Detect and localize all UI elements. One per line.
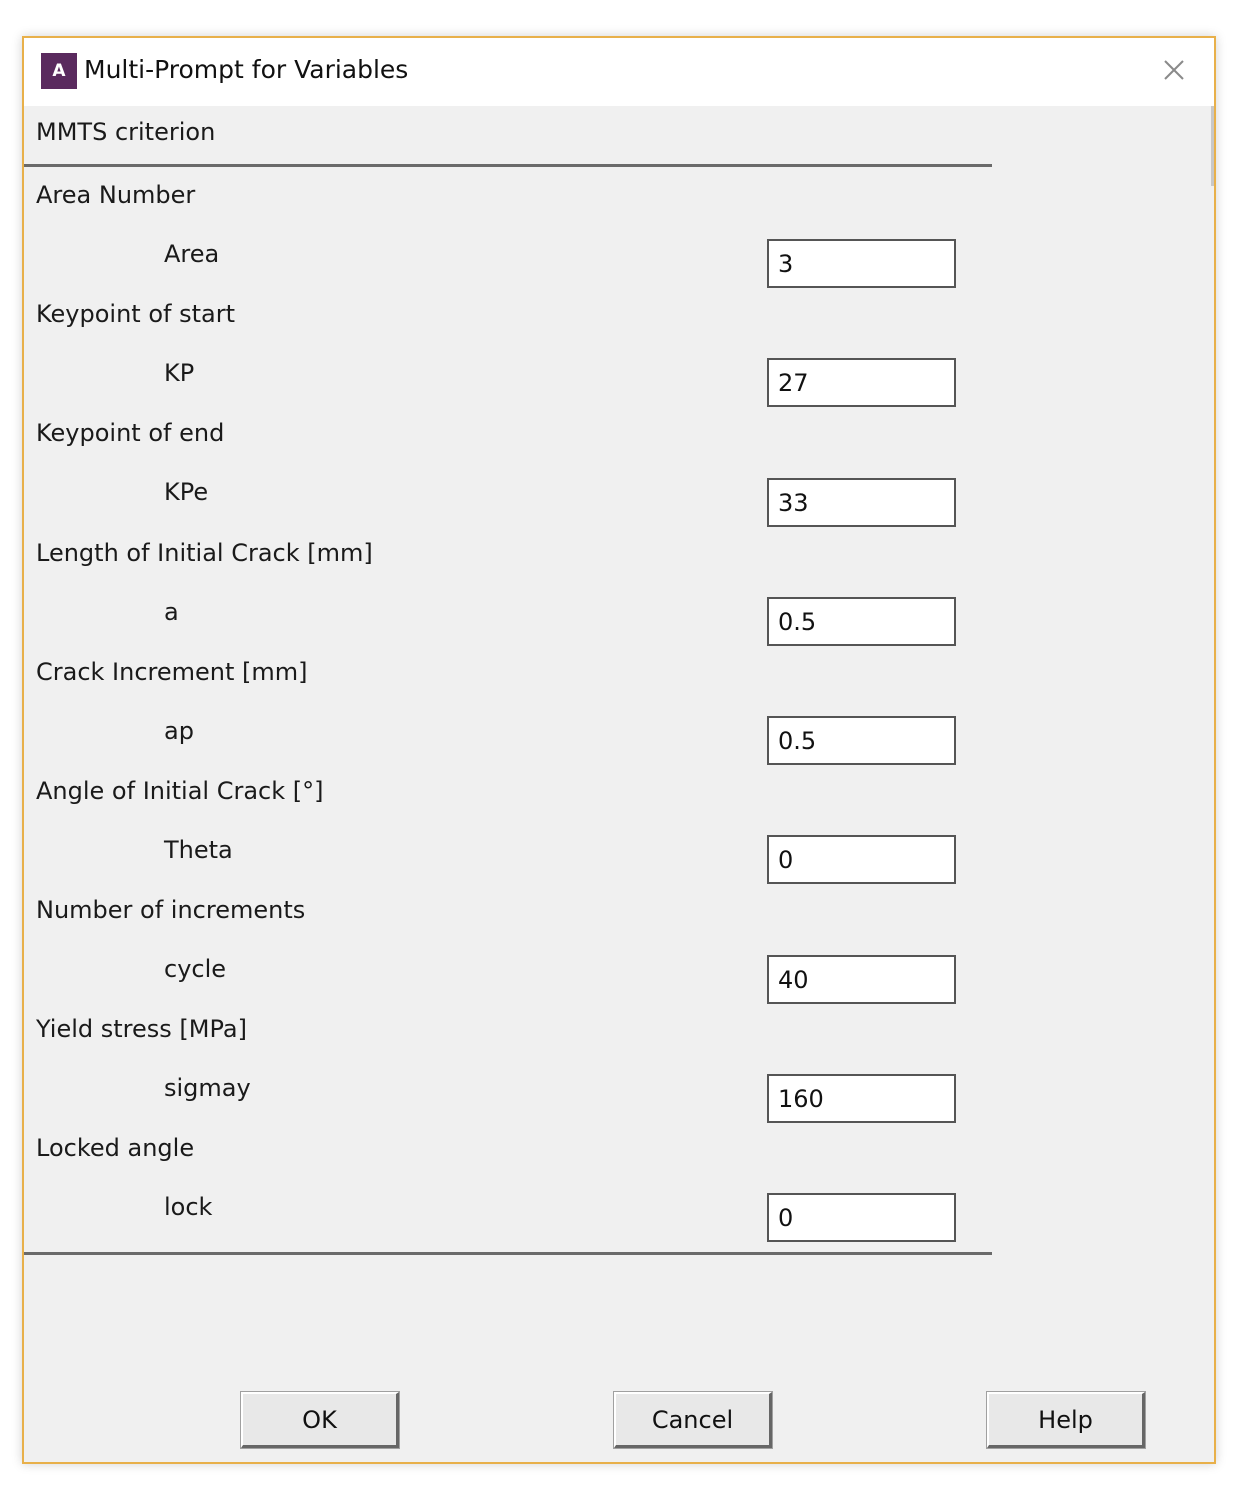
group-label-area-number: Area Number bbox=[36, 181, 196, 209]
a-input[interactable] bbox=[767, 597, 956, 646]
theta-input[interactable] bbox=[767, 835, 956, 884]
lock-input[interactable] bbox=[767, 1193, 956, 1242]
close-button[interactable] bbox=[1156, 52, 1192, 88]
cycle-input[interactable] bbox=[767, 955, 956, 1004]
window-title: Multi-Prompt for Variables bbox=[84, 55, 409, 84]
group-label-keypoint-start: Keypoint of start bbox=[36, 300, 236, 328]
group-label-keypoint-end: Keypoint of end bbox=[36, 419, 225, 447]
var-label-lock: lock bbox=[164, 1193, 213, 1221]
group-label-crack-increment: Crack Increment [mm] bbox=[36, 658, 308, 686]
multi-prompt-dialog: A Multi-Prompt for Variables MMTS criter… bbox=[22, 36, 1216, 1464]
area-input[interactable] bbox=[767, 239, 956, 288]
group-label-number-of-increments: Number of increments bbox=[36, 896, 306, 924]
group-label-initial-crack-angle: Angle of Initial Crack [°] bbox=[36, 777, 324, 805]
kpe-input[interactable] bbox=[767, 478, 956, 527]
ok-button[interactable]: OK bbox=[241, 1392, 399, 1448]
var-label-ap: ap bbox=[164, 717, 194, 745]
var-label-theta: Theta bbox=[164, 836, 233, 864]
ansys-app-icon: A bbox=[41, 53, 77, 89]
var-label-area: Area bbox=[164, 240, 220, 268]
help-button[interactable]: Help bbox=[987, 1392, 1145, 1448]
var-label-kpe: KPe bbox=[164, 478, 209, 506]
cancel-button[interactable]: Cancel bbox=[614, 1392, 772, 1448]
sigmay-input[interactable] bbox=[767, 1074, 956, 1123]
group-label-locked-angle: Locked angle bbox=[36, 1134, 195, 1162]
bottom-separator bbox=[24, 1252, 992, 1255]
var-label-kp: KP bbox=[164, 359, 195, 387]
title-bar[interactable]: A Multi-Prompt for Variables bbox=[24, 38, 1214, 106]
var-label-sigmay: sigmay bbox=[164, 1074, 251, 1102]
kp-input[interactable] bbox=[767, 358, 956, 407]
ap-input[interactable] bbox=[767, 716, 956, 765]
close-icon bbox=[1164, 60, 1184, 80]
group-label-yield-stress: Yield stress [MPa] bbox=[36, 1015, 247, 1043]
top-separator bbox=[24, 164, 992, 167]
var-label-a: a bbox=[164, 598, 179, 626]
var-label-cycle: cycle bbox=[164, 955, 227, 983]
group-label-initial-crack-length: Length of Initial Crack [mm] bbox=[36, 539, 373, 567]
section-title: MMTS criterion bbox=[36, 118, 216, 146]
resize-edge bbox=[1211, 106, 1214, 186]
